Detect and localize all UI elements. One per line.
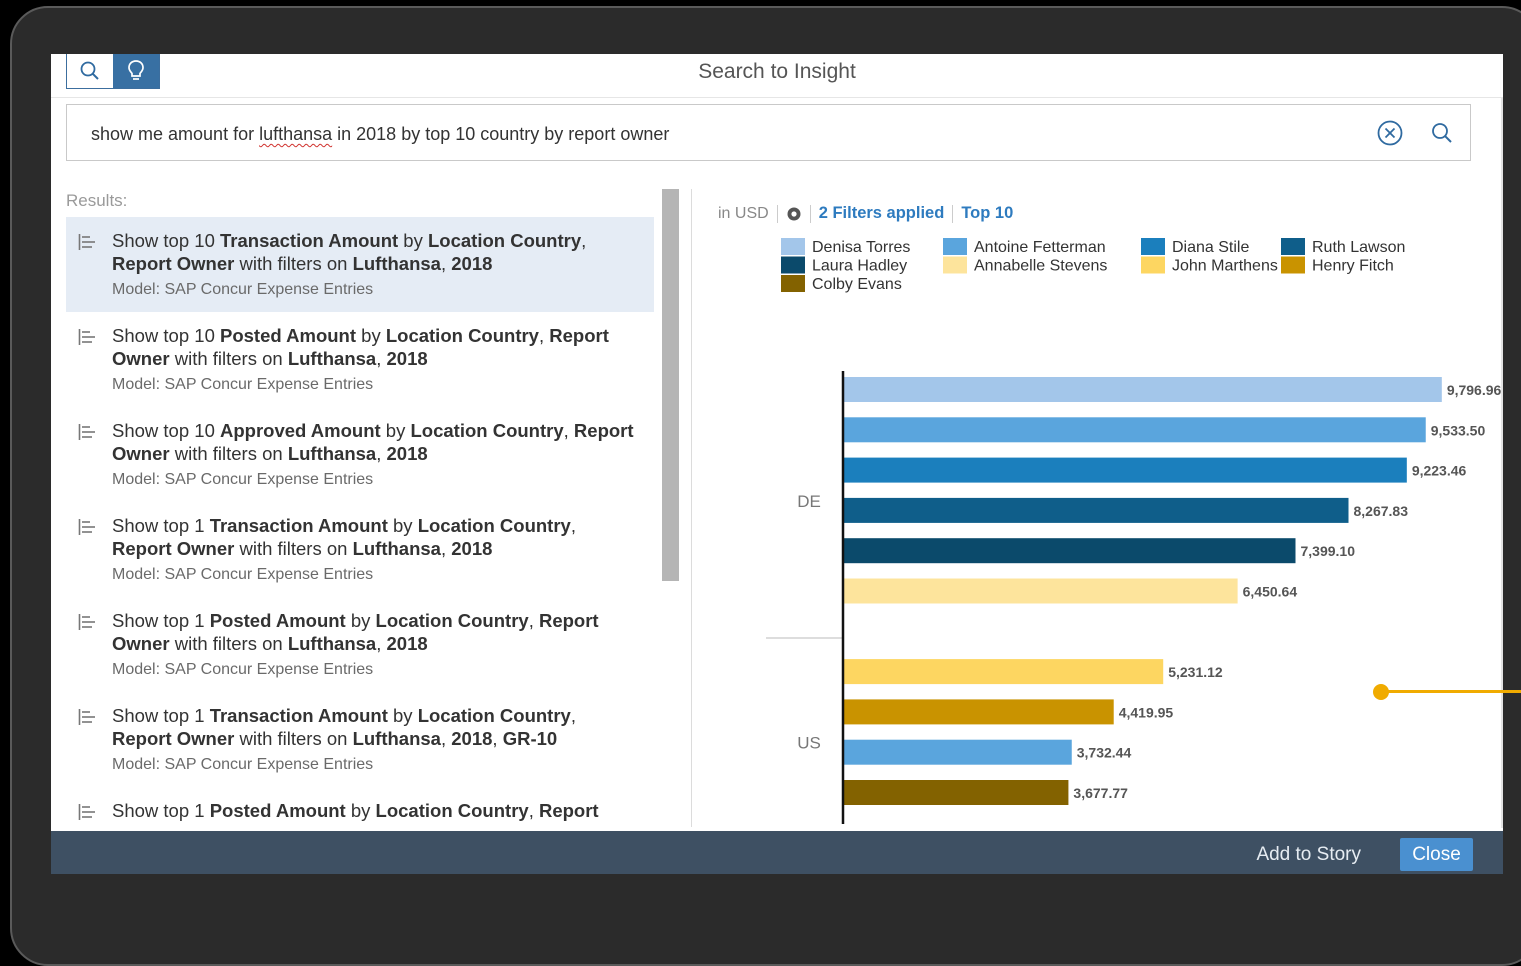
- legend-label: Ruth Lawson: [1312, 239, 1405, 256]
- result-item[interactable]: Show top 10 Posted Amount by Location Co…: [66, 312, 654, 407]
- legend-swatch: [781, 256, 805, 274]
- legend-swatch: [1141, 256, 1165, 274]
- result-model: Model: SAP Concur Expense Entries: [112, 471, 374, 488]
- legend-swatch: [1141, 238, 1165, 255]
- result-text: Show top 10 Transaction Amount by Locati…: [112, 230, 587, 274]
- currency-unit: in USD: [718, 204, 769, 222]
- bar: [844, 659, 1164, 685]
- bar-chart: Denisa Torres Antoine Fetterman Diana Stil…: [766, 238, 1501, 824]
- bar-chart-icon: [78, 519, 95, 535]
- search-query[interactable]: show me amount for lufthansa in 2018 by …: [91, 124, 669, 145]
- separator: [952, 204, 954, 223]
- legend-label: Colby Evans: [812, 276, 902, 293]
- filters-applied-link[interactable]: 2 Filters applied: [819, 204, 945, 223]
- data-label: 9,796.96: [1447, 382, 1501, 398]
- separator: [776, 204, 778, 223]
- bar: [844, 578, 1238, 604]
- bar-chart-icon: [78, 424, 95, 440]
- legend-label: Annabelle Stevens: [974, 258, 1107, 275]
- result-model: Model: SAP Concur Expense Entries: [112, 661, 374, 678]
- data-label: 5,231.12: [1168, 664, 1223, 680]
- misspelled-word: lufthansa: [259, 124, 333, 144]
- top-n-link[interactable]: Top 10: [961, 204, 1013, 223]
- bar-chart-icon: [78, 329, 95, 345]
- panel-edge: [1501, 98, 1503, 828]
- bar: [844, 699, 1114, 725]
- result-text: Show top 1 Posted Amount by Location Cou…: [112, 610, 599, 654]
- clear-icon: [1377, 120, 1403, 146]
- result-item[interactable]: Show top 1 Transaction Amount by Locatio…: [66, 692, 654, 787]
- legend-label: Laura Hadley: [812, 258, 907, 275]
- result-item[interactable]: Show top 10 Approved Amount by Location …: [66, 407, 654, 502]
- callout-marker: [1373, 684, 1389, 700]
- result-item[interactable]: Show top 1 Transaction Amount by Locatio…: [66, 502, 654, 597]
- bar: [844, 417, 1426, 443]
- data-label: 3,677.77: [1073, 785, 1128, 801]
- legend-swatch: [781, 238, 805, 255]
- search-icon: [1432, 122, 1452, 143]
- bar-chart-icon: [78, 234, 95, 250]
- legend-label: Denisa Torres: [812, 239, 910, 256]
- result-model: Model: SAP Concur Expense Entries: [112, 566, 374, 583]
- legend-label: Diana Stile: [1172, 239, 1249, 256]
- filter-gear-icon[interactable]: [786, 206, 802, 222]
- clear-search-button[interactable]: [1376, 119, 1404, 147]
- search-input[interactable]: show me amount for lufthansa in 2018 by …: [66, 104, 1471, 161]
- data-label: 9,533.50: [1431, 422, 1486, 438]
- result-model: Model: SAP Concur Expense Entries: [112, 756, 374, 773]
- bar: [844, 780, 1069, 805]
- chart-toolbar: in USD 2 Filters applied Top 10: [718, 204, 1013, 223]
- legend-swatch: [943, 256, 967, 274]
- close-button[interactable]: Close: [1400, 838, 1473, 871]
- bar: [844, 538, 1296, 564]
- legend-label: John Marthens: [1172, 258, 1278, 275]
- data-label: 8,267.83: [1354, 503, 1409, 519]
- legend-label: Henry Fitch: [1312, 258, 1394, 275]
- bar: [844, 497, 1349, 523]
- add-to-story-button[interactable]: Add to Story: [1256, 844, 1361, 866]
- data-label: 7,399.10: [1300, 543, 1355, 559]
- result-text: Show top 10 Posted Amount by Location Co…: [112, 325, 609, 369]
- data-label: 6,450.64: [1243, 584, 1298, 600]
- category-label: US: [797, 734, 821, 753]
- result-text: Show top 1 Transaction Amount by Locatio…: [112, 515, 576, 559]
- bar-chart-icon: [78, 709, 95, 725]
- legend-swatch: [943, 238, 967, 255]
- result-item[interactable]: Show top 10 Transaction Amount by Locati…: [66, 217, 654, 312]
- result-item[interactable]: Show top 1 Posted Amount by Location Cou…: [66, 597, 654, 692]
- legend-label: Antoine Fetterman: [974, 239, 1106, 256]
- result-model: Model: SAP Concur Expense Entries: [112, 376, 374, 393]
- bar: [844, 377, 1442, 402]
- result-text: Show top 10 Approved Amount by Location …: [112, 420, 634, 464]
- dialog-header: Search to Insight: [51, 54, 1503, 98]
- results-list: Show top 10 Transaction Amount by Locati…: [66, 217, 654, 827]
- result-text: Show top 1 Transaction Amount by Locatio…: [112, 705, 576, 749]
- result-model: Model: SAP Concur Expense Entries: [112, 281, 374, 298]
- legend-swatch: [1281, 238, 1305, 255]
- search-submit-button[interactable]: [1414, 105, 1470, 160]
- data-label: 3,732.44: [1077, 745, 1132, 761]
- dialog-footer: Add to Story Close: [51, 831, 1503, 874]
- bar-chart-icon: [78, 804, 95, 820]
- data-label: 4,419.95: [1119, 704, 1174, 720]
- bar: [844, 739, 1072, 765]
- results-scrollbar[interactable]: [662, 189, 679, 581]
- callout-line: [1381, 690, 1521, 693]
- legend-swatch: [781, 275, 805, 292]
- dialog-title: Search to Insight: [698, 60, 856, 83]
- search-to-insight-dialog: Search to Insight show me amount for luf…: [51, 54, 1503, 874]
- legend-swatch: [1281, 256, 1305, 274]
- result-item[interactable]: Show top 1 Posted Amount by Location Cou…: [66, 787, 654, 827]
- bar-chart-icon: [78, 614, 95, 630]
- bar: [844, 457, 1407, 483]
- category-label: DE: [797, 492, 821, 511]
- result-text: Show top 1 Posted Amount by Location Cou…: [112, 800, 599, 821]
- results-label: Results:: [66, 191, 128, 210]
- data-label: 9,223.46: [1412, 463, 1467, 479]
- separator: [809, 204, 811, 223]
